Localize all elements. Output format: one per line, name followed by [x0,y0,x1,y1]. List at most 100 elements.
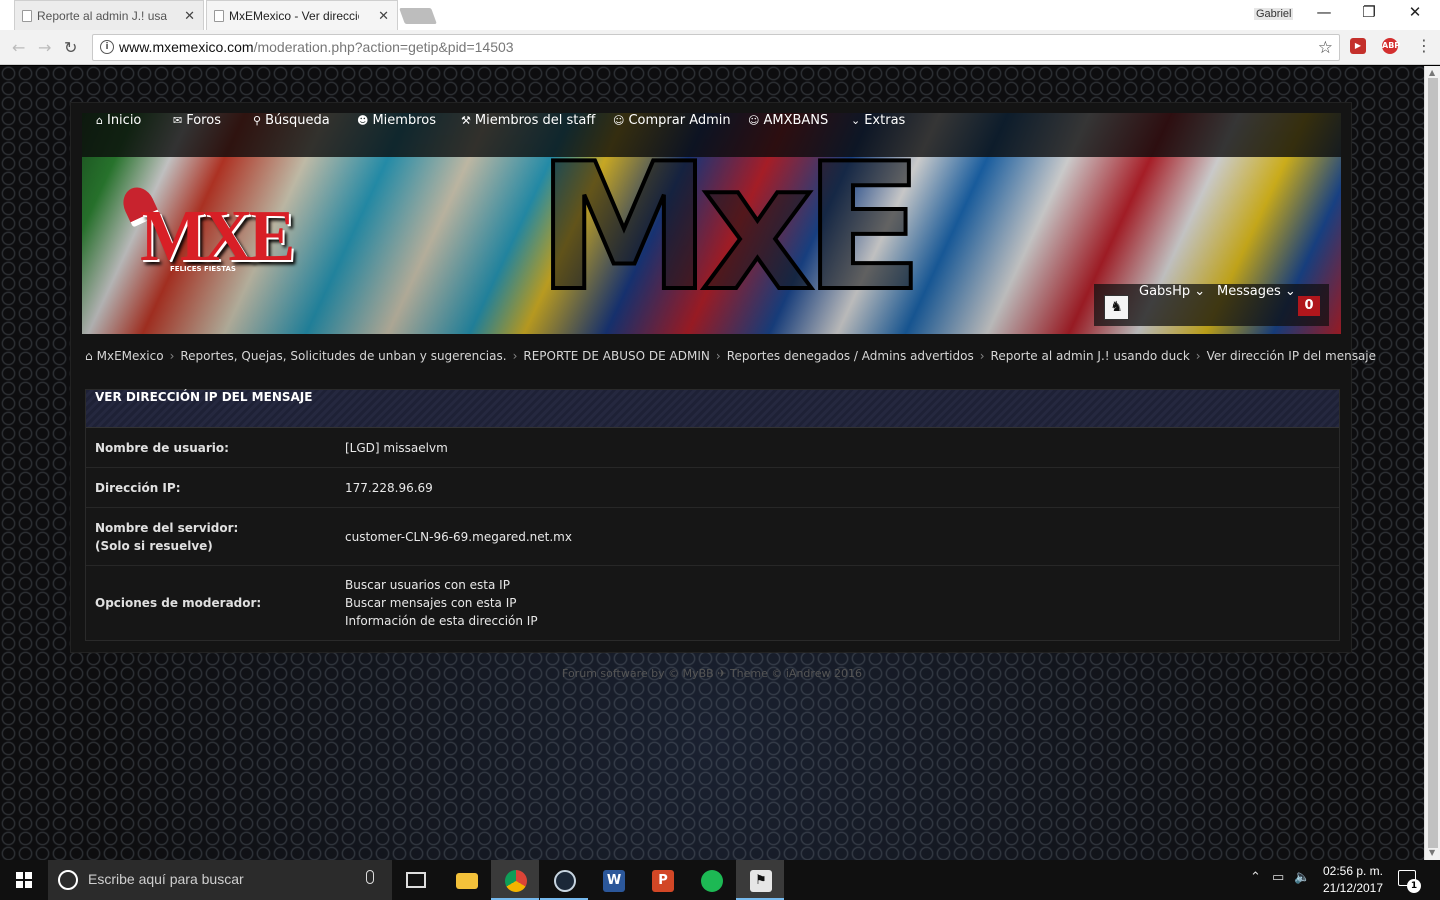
tab-label: MxEMexico - Ver direcció [229,8,359,23]
profile-name[interactable]: Gabriel [1254,8,1294,20]
scroll-up-icon[interactable]: ▲ [1429,68,1435,77]
banner-logo: MxE [535,127,926,330]
new-tab-button[interactable] [399,8,437,24]
breadcrumb-item[interactable]: Reportes, Quejas, Solicitudes de unban y… [180,349,506,363]
logo-tagline: FELICES FIESTAS [170,265,236,273]
microphone-icon[interactable] [366,870,374,884]
chevron-right-icon: › [715,349,721,363]
users-icon: ☻ [357,114,369,127]
forum-container: MXE FELICES FIESTAS MxE ⌂ Inicio ✉ Foros ⚲… [70,102,1376,653]
close-window-button[interactable]: ✕ [1400,3,1430,25]
breadcrumb: ⌂ MxEMexico › Reportes, Quejas, Solicitudes… [85,349,1376,369]
ip-info-panel: VER DIRECCIÓN IP DEL MENSAJE Nombre de u… [85,389,1340,641]
taskbar: Escribe aquí para buscar W P ⚑ ⌃ ▭ 🔈 02:… [0,860,1440,900]
bookmark-star-icon[interactable]: ☆ [1318,35,1333,60]
breadcrumb-item[interactable]: REPORTE DE ABUSO DE ADMIN [523,349,710,363]
back-icon[interactable]: ← [12,38,25,57]
menu-icon[interactable]: ⋮ [1416,36,1432,55]
url-text: www.mxemexico.com/moderation.php?action=… [119,39,514,55]
page-scrollbar[interactable]: ▲ ▼ [1424,66,1440,860]
tab-reporte[interactable]: Reporte al admin J.! usan ✕ [14,0,204,30]
volume-icon[interactable]: 🔈 [1294,870,1310,885]
system-clock[interactable]: 02:56 p. m. 21/12/2017 [1315,863,1391,897]
user-bar: ♞ GabsHp ⌄ Messages ⌄ 0 [1094,284,1329,326]
chevron-down-icon: ⌄ [1284,284,1296,299]
video-ext-icon[interactable]: ▶ [1350,38,1366,54]
file-explorer-icon[interactable] [442,860,490,900]
counter-strike-icon[interactable]: ⚑ [736,860,784,900]
start-button[interactable] [0,860,48,900]
browser-titlebar: Reporte al admin J.! usan ✕ MxEMexico - … [0,0,1440,30]
task-view-icon[interactable] [392,860,440,900]
page-viewport: MXE FELICES FIESTAS MxE ⌂ Inicio ✉ Foros ⚲… [0,66,1424,860]
network-icon[interactable]: ▭ [1272,870,1284,885]
mod-options-list: Buscar usuarios con esta IP Buscar mensa… [345,576,538,630]
nav-comprar-admin[interactable]: ☺ Comprar Admin [613,113,731,157]
avatar[interactable]: ♞ [1104,295,1129,320]
main-nav: ⌂ Inicio ✉ Foros ⚲ Búsqueda ☻ Miembros ⚒ Miem… [82,113,1341,157]
windows-icon [16,872,32,888]
table-row: Nombre de usuario: [LGD] missaelvm [86,428,1339,468]
header-banner: MXE FELICES FIESTAS MxE ⌂ Inicio ✉ Foros ⚲… [82,113,1341,334]
page-icon [214,10,224,22]
search-placeholder: Escribe aquí para buscar [88,871,244,887]
scroll-thumb[interactable] [1428,78,1438,848]
nav-inicio[interactable]: ⌂ Inicio [96,113,141,157]
nav-staff[interactable]: ⚒ Miembros del staff [461,113,595,157]
username-value: [LGD] missaelvm [345,441,448,455]
chevron-right-icon: › [512,349,518,363]
word-icon[interactable]: W [589,860,637,900]
ip-value: 177.228.96.69 [345,481,433,495]
cortana-icon [58,870,78,890]
username-label: Nombre de usuario: [95,441,229,455]
messages-menu[interactable]: Messages ⌄ [1217,284,1296,326]
gavel-icon: ⚒ [461,114,471,127]
tab-label: Reporte al admin J.! usan [37,8,167,23]
info-icon[interactable]: i [100,40,114,54]
spotify-icon[interactable] [687,860,735,900]
notification-badge: 1 [1407,879,1421,893]
nav-foros[interactable]: ✉ Foros [173,113,221,157]
steam-icon[interactable] [540,860,588,900]
reload-icon[interactable]: ↻ [64,38,77,57]
search-users-ip-link[interactable]: Buscar usuarios con esta IP [345,576,538,594]
messages-count-badge[interactable]: 0 [1298,296,1320,316]
taskbar-search[interactable]: Escribe aquí para buscar [48,860,392,900]
nav-busqueda[interactable]: ⚲ Búsqueda [253,113,330,157]
forward-icon[interactable]: → [38,38,51,57]
server-label: Nombre del servidor: (Solo si resuelve) [95,521,239,553]
user-plus-icon: ☺ [748,114,760,127]
search-icon: ⚲ [253,114,262,127]
user-menu[interactable]: GabsHp ⌄ [1139,284,1205,326]
chevron-up-icon[interactable]: ⌃ [1250,870,1261,885]
chevron-right-icon: › [979,349,985,363]
close-tab-icon[interactable]: ✕ [378,8,389,24]
home-icon[interactable]: ⌂ [85,349,93,363]
nav-miembros[interactable]: ☻ Miembros [357,113,436,157]
chevron-down-icon: ⌄ [851,114,861,127]
nav-extras[interactable]: ⌄ Extras [851,113,905,157]
breadcrumb-item[interactable]: Reporte al admin J.! usando duck [991,349,1190,363]
server-value: customer-CLN-96-69.megared.net.mx [345,530,572,544]
close-tab-icon[interactable]: ✕ [184,8,195,24]
mod-options-label: Opciones de moderador: [95,596,262,610]
chevron-right-icon: › [1195,349,1201,363]
chrome-icon[interactable] [491,860,539,900]
chevron-right-icon: › [169,349,175,363]
browser-toolbar: ← → ↻ i www.mxemexico.com/moderation.php… [0,30,1440,65]
ip-info-link[interactable]: Información de esta dirección IP [345,612,538,630]
breadcrumb-current: Ver dirección IP del mensaje [1206,349,1377,363]
powerpoint-icon[interactable]: P [638,860,686,900]
address-bar[interactable]: i www.mxemexico.com/moderation.php?actio… [92,34,1340,61]
adblock-plus-icon[interactable]: ABP [1382,38,1400,54]
scroll-down-icon[interactable]: ▼ [1429,848,1435,857]
search-posts-ip-link[interactable]: Buscar mensajes con esta IP [345,594,538,612]
breadcrumb-item[interactable]: MxEMexico [97,349,164,363]
page-icon [22,10,32,22]
home-icon: ⌂ [96,114,103,127]
tab-active[interactable]: MxEMexico - Ver direcció ✕ [206,0,398,30]
minimize-button[interactable]: — [1309,3,1339,25]
maximize-button[interactable]: ❐ [1354,3,1384,25]
breadcrumb-item[interactable]: Reportes denegados / Admins advertidos [727,349,974,363]
nav-amxbans[interactable]: ☺ AMXBANS [748,113,828,157]
